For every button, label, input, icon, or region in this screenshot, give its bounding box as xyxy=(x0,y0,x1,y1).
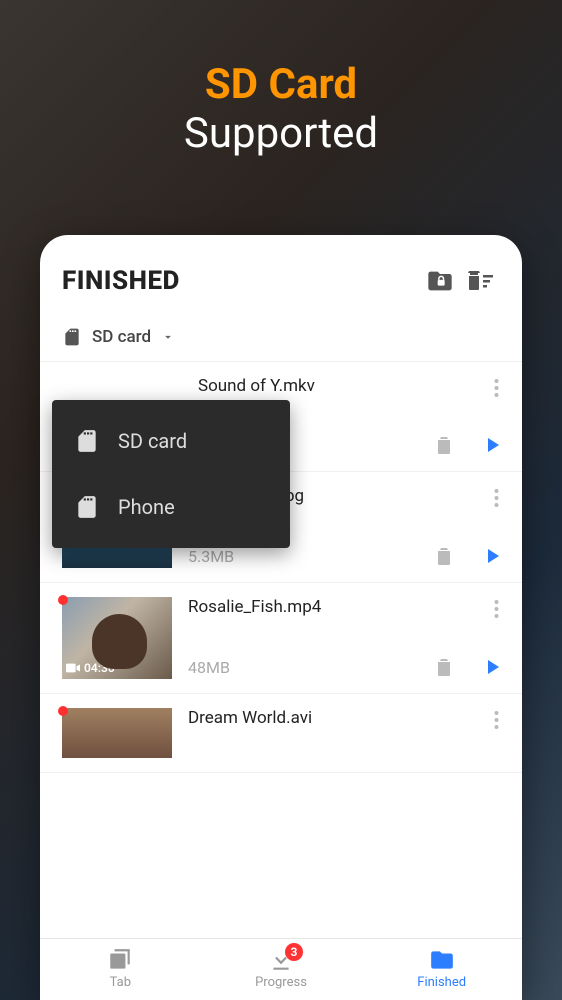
delete-button[interactable] xyxy=(432,655,456,679)
play-button[interactable] xyxy=(480,433,504,457)
nav-progress[interactable]: 3 Progress xyxy=(201,939,362,1000)
chevron-down-icon xyxy=(161,330,175,344)
storage-dropdown: SD card Phone xyxy=(52,400,290,548)
sd-card-icon xyxy=(62,327,82,347)
nav-label: Finished xyxy=(417,975,466,990)
file-thumbnail xyxy=(62,708,172,758)
header: FINISHED xyxy=(40,235,522,319)
file-name: Rosalie_Fish.mp4 xyxy=(188,597,512,617)
dropdown-label: SD card xyxy=(118,429,187,453)
more-button[interactable] xyxy=(484,486,508,510)
phone-storage-icon xyxy=(74,494,100,520)
delete-button[interactable] xyxy=(432,544,456,568)
file-size: 5.3MB xyxy=(188,547,234,566)
file-row[interactable]: 04:30 Rosalie_Fish.mp4 48MB xyxy=(40,583,522,694)
sd-card-icon xyxy=(74,428,100,454)
nav-tab[interactable]: Tab xyxy=(40,939,201,1000)
promo-line-2: Supported xyxy=(0,109,562,158)
storage-selected-label: SD card xyxy=(92,327,151,347)
kebab-icon xyxy=(494,600,499,618)
nav-label: Tab xyxy=(110,975,131,990)
page-title: FINISHED xyxy=(62,266,420,296)
dropdown-option-phone[interactable]: Phone xyxy=(52,474,290,540)
bottom-nav: Tab 3 Progress Finished xyxy=(40,938,522,1000)
delete-all-button[interactable] xyxy=(460,261,500,301)
app-window: FINISHED SD card Sound of Y.mkv xyxy=(40,235,522,1000)
folder-lock-icon xyxy=(426,267,454,295)
delete-button[interactable] xyxy=(432,433,456,457)
promo-line-1: SD Card xyxy=(0,60,562,109)
tabs-icon xyxy=(107,947,133,973)
storage-selector[interactable]: SD card xyxy=(40,319,522,362)
video-duration: 04:30 xyxy=(84,661,115,675)
progress-badge: 3 xyxy=(285,943,303,961)
video-badge: 04:30 xyxy=(66,661,115,675)
more-button[interactable] xyxy=(484,597,508,621)
video-icon xyxy=(66,663,80,673)
private-folder-button[interactable] xyxy=(420,261,460,301)
kebab-icon xyxy=(494,379,499,397)
folder-icon xyxy=(429,947,455,973)
play-button[interactable] xyxy=(480,655,504,679)
play-button[interactable] xyxy=(480,544,504,568)
kebab-icon xyxy=(494,489,499,507)
dropdown-label: Phone xyxy=(118,495,175,519)
more-button[interactable] xyxy=(484,376,508,400)
file-name: Sound of Y.mkv xyxy=(78,376,512,396)
file-thumbnail: 04:30 xyxy=(62,597,172,679)
file-size: 48MB xyxy=(188,658,230,677)
file-name: Dream World.avi xyxy=(188,708,512,728)
kebab-icon xyxy=(494,711,499,729)
new-indicator xyxy=(58,706,68,716)
nav-finished[interactable]: Finished xyxy=(361,939,522,1000)
trash-list-icon xyxy=(465,267,495,295)
more-button[interactable] xyxy=(484,708,508,732)
new-indicator xyxy=(58,595,68,605)
nav-label: Progress xyxy=(255,975,307,990)
dropdown-option-sd[interactable]: SD card xyxy=(52,408,290,474)
file-row[interactable]: Dream World.avi xyxy=(40,694,522,773)
promo-title: SD Card Supported xyxy=(0,0,562,188)
